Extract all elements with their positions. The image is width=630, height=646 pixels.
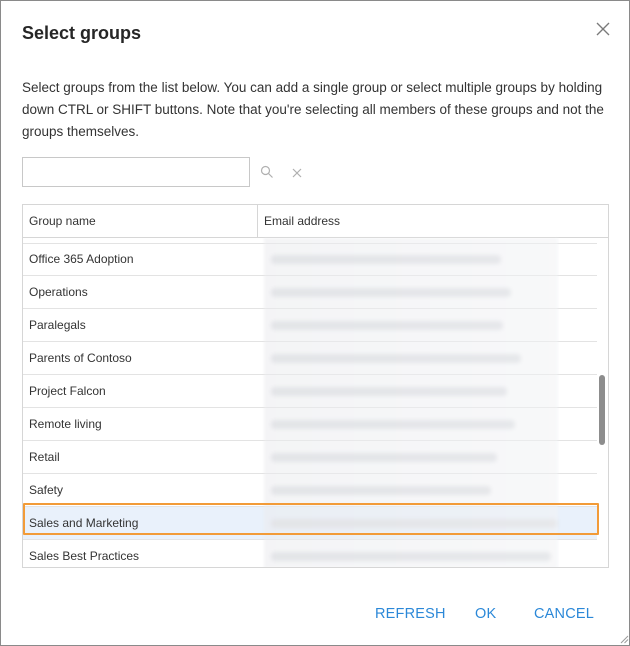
column-header-email-address[interactable]: Email address <box>258 205 608 237</box>
email-cell <box>265 375 557 407</box>
email-cell <box>265 441 557 473</box>
table-row[interactable]: Sales Best Practices <box>23 540 597 567</box>
email-cell <box>265 507 557 539</box>
group-name-cell: Sales and Marketing <box>29 516 139 530</box>
search-icon[interactable] <box>260 165 274 179</box>
table-row[interactable]: Safety <box>23 474 597 507</box>
email-cell <box>265 243 557 275</box>
table-header: Group name Email address <box>23 205 608 238</box>
table-row[interactable]: Sales and Marketing <box>23 507 597 540</box>
table-row[interactable]: Retail <box>23 441 597 474</box>
select-groups-dialog: Select groups Select groups from the lis… <box>0 0 630 646</box>
group-name-cell: Remote living <box>29 417 102 431</box>
dialog-title: Select groups <box>22 23 142 43</box>
group-name-cell: Paralegals <box>29 318 86 332</box>
table-row[interactable]: Operations <box>23 276 597 309</box>
clear-icon[interactable] <box>291 167 303 179</box>
refresh-button[interactable]: REFRESH <box>375 606 446 622</box>
email-cell <box>265 342 557 374</box>
table-body: Office 365 Adoption Operations Paralegal… <box>23 243 597 567</box>
ok-button[interactable]: OK <box>475 606 496 622</box>
table-row[interactable]: Project Falcon <box>23 375 597 408</box>
group-name-cell: Retail <box>29 450 60 464</box>
group-name-cell: Parents of Contoso <box>29 351 132 365</box>
search-input[interactable] <box>22 157 250 187</box>
email-cell <box>265 309 557 341</box>
email-cell <box>265 276 557 308</box>
groups-table: Group name Email address Office 365 Adop… <box>22 204 609 568</box>
group-name-cell: Operations <box>29 285 88 299</box>
scrollbar-thumb[interactable] <box>599 375 605 445</box>
email-cell <box>265 474 557 506</box>
email-cell <box>265 408 557 440</box>
close-icon[interactable] <box>593 19 613 39</box>
group-name-cell: Project Falcon <box>29 384 106 398</box>
table-row[interactable]: Office 365 Adoption <box>23 243 597 276</box>
resize-grip-icon[interactable] <box>620 635 629 644</box>
group-name-cell: Sales Best Practices <box>29 549 140 563</box>
table-row[interactable]: Parents of Contoso <box>23 342 597 375</box>
column-header-group-name[interactable]: Group name <box>23 205 258 237</box>
dialog-description: Select groups from the list below. You c… <box>22 80 604 139</box>
table-row[interactable]: Remote living <box>23 408 597 441</box>
group-name-cell: Safety <box>29 483 64 497</box>
group-name-cell: Office 365 Adoption <box>29 252 134 266</box>
cancel-button[interactable]: CANCEL <box>534 606 594 622</box>
table-row[interactable]: Paralegals <box>23 309 597 342</box>
email-cell <box>265 540 557 567</box>
